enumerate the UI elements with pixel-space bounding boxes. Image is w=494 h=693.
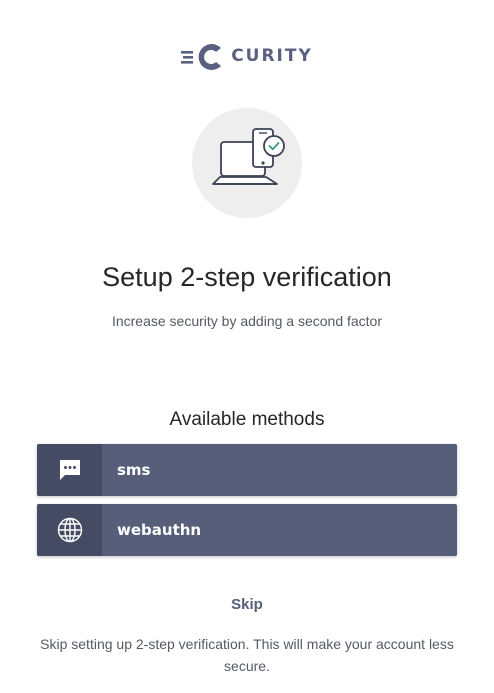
- brand-name: CURITY: [231, 46, 313, 66]
- globe-icon: [57, 517, 82, 543]
- page-subtitle: Increase security by adding a second fac…: [111, 313, 383, 329]
- curity-logo-icon: [181, 44, 222, 70]
- skip-link[interactable]: Skip: [0, 596, 494, 613]
- chat-bubble-icon: [59, 460, 80, 480]
- laptop-phone-check-icon: [212, 128, 285, 185]
- page: CURITY Setup 2-step verification Increas…: [0, 0, 494, 693]
- method-label: webauthn: [117, 521, 202, 539]
- hero-illustration: [192, 108, 302, 218]
- skip-note: Skip setting up 2-step verification. Thi…: [40, 636, 454, 674]
- method-sms-button[interactable]: sms: [37, 444, 457, 496]
- method-webauthn-button[interactable]: webauthn: [37, 504, 457, 556]
- method-label: sms: [117, 461, 151, 479]
- method-icon-box: [37, 504, 102, 556]
- methods-heading: Available methods: [169, 409, 325, 430]
- page-title: Setup 2-step verification: [102, 262, 392, 292]
- method-icon-box: [37, 444, 102, 496]
- brand-logo: CURITY: [0, 40, 494, 72]
